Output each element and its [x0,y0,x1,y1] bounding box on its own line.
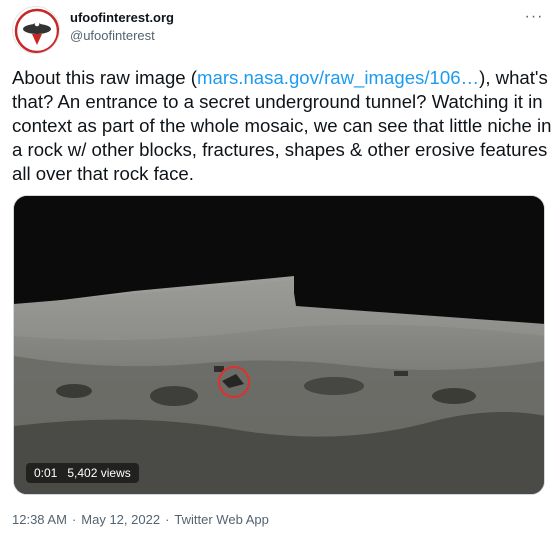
tweet-text: About this raw image (mars.nasa.gov/raw_… [12,66,552,186]
tweet-text-prefix: About this raw image ( [12,67,197,88]
tweet-source[interactable]: Twitter Web App [174,512,268,527]
tweet-date[interactable]: May 12, 2022 [81,512,160,527]
ufo-logo-icon [14,8,59,53]
meta-separator: · [71,512,77,527]
video-views: 5,402 views [67,466,131,480]
tweet-card: ufoofinterest.org @ufoofinterest ··· Abo… [0,0,560,533]
more-options-button[interactable]: ··· [520,6,548,28]
more-icon: ··· [524,8,544,25]
mars-mosaic-frame [14,196,544,494]
tweet-time[interactable]: 12:38 AM [12,512,67,527]
tweet-link[interactable]: mars.nasa.gov/raw_images/106… [197,67,479,88]
meta-separator-2: · [165,512,170,527]
author-handle[interactable]: @ufoofinterest [70,28,155,43]
author-display-name[interactable]: ufoofinterest.org [70,10,174,25]
video-stats: 0:01 5,402 views [26,463,139,483]
video-player[interactable]: 0:01 5,402 views [13,195,545,495]
video-time: 0:01 [34,466,58,480]
avatar[interactable] [12,6,60,54]
tweet-metadata: 12:38 AM · May 12, 2022 · Twitter Web App [12,512,269,527]
